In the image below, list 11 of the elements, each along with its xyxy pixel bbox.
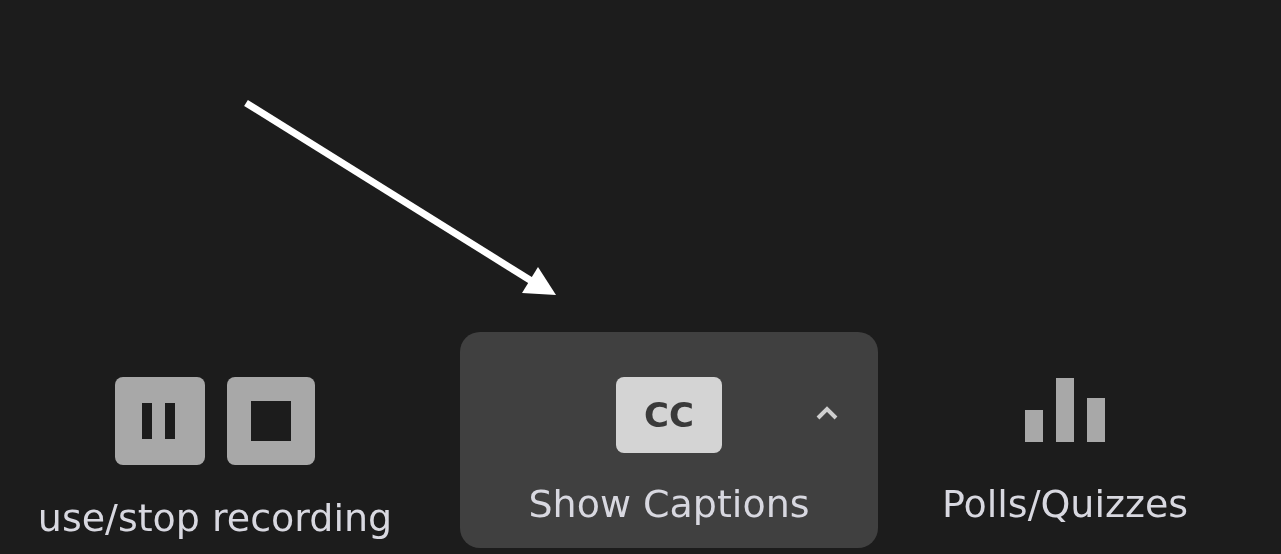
pause-icon (115, 377, 205, 465)
recording-button[interactable]: use/stop recording (0, 376, 450, 548)
stop-icon (227, 377, 315, 465)
caret-icon[interactable] (816, 406, 838, 420)
bar-chart-icon (1025, 378, 1105, 442)
polls-button[interactable]: Polls/Quizzes (900, 378, 1230, 548)
button-label: use/stop recording (37, 496, 393, 540)
button-label: Show Captions (528, 482, 810, 526)
captions-icon: CC (616, 377, 722, 453)
button-label: Polls/Quizzes (941, 482, 1189, 526)
captions-button[interactable]: CC Show Captions (460, 332, 878, 548)
